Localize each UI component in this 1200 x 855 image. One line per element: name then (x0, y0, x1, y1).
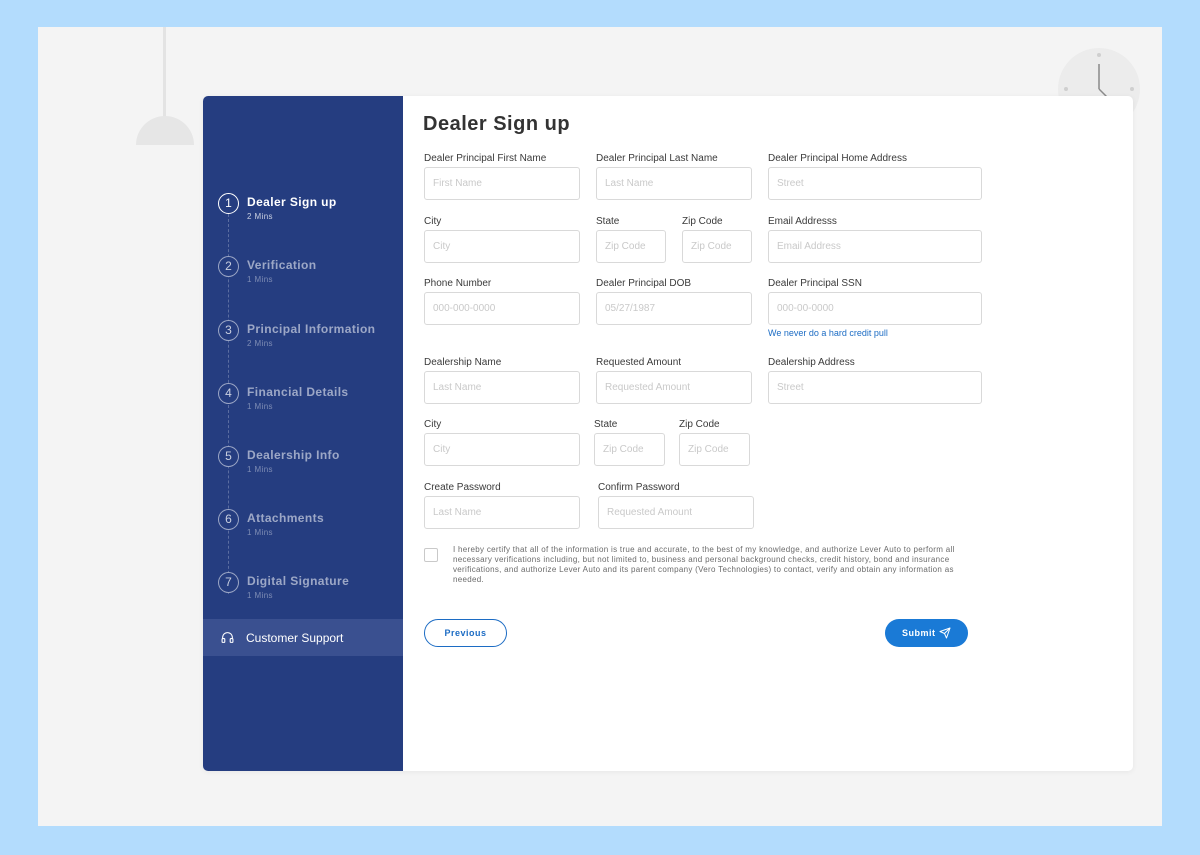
ssn-input[interactable] (768, 292, 982, 325)
create-password-label: Create Password (424, 482, 501, 493)
requested-amount-input[interactable] (596, 371, 752, 404)
dealership-zip-code-input[interactable] (679, 433, 750, 466)
dealership-city-label: City (424, 419, 442, 430)
step-duration: 1 Mins (247, 465, 273, 474)
step-title: Dealership Info (247, 448, 340, 462)
home-address-input[interactable] (768, 167, 982, 200)
step-number: 6 (218, 509, 239, 530)
step-number: 3 (218, 320, 239, 341)
step-dealership-info[interactable]: 5 Dealership Info 1 Mins (218, 446, 403, 486)
requested-amount-label: Requested Amount (596, 357, 682, 368)
form-panel: Dealer Sign up Dealer Principal First Na… (403, 96, 1133, 771)
confirm-password-input[interactable] (598, 496, 754, 529)
dealership-name-label: Dealership Name (424, 357, 502, 368)
step-title: Financial Details (247, 385, 349, 399)
zip-code-input[interactable] (682, 230, 752, 263)
phone-label: Phone Number (424, 278, 492, 289)
send-icon (939, 627, 951, 639)
step-number: 4 (218, 383, 239, 404)
state-label: State (596, 216, 620, 227)
step-duration: 1 Mins (247, 591, 273, 600)
submit-button-label: Submit (902, 628, 936, 638)
last-name-label: Dealer Principal Last Name (596, 153, 718, 164)
submit-button[interactable]: Submit (885, 619, 968, 647)
step-duration: 1 Mins (247, 275, 273, 284)
step-principal-information[interactable]: 3 Principal Information 2 Mins (218, 320, 403, 360)
step-title: Principal Information (247, 322, 376, 336)
last-name-input[interactable] (596, 167, 752, 200)
customer-support-label: Customer Support (246, 631, 344, 645)
step-number: 2 (218, 256, 239, 277)
steps-sidebar: 1 Dealer Sign up 2 Mins 2 Verification 1… (203, 96, 403, 771)
previous-button[interactable]: Previous (424, 619, 507, 647)
dealership-zip-code-label: Zip Code (679, 419, 720, 430)
create-password-input[interactable] (424, 496, 580, 529)
customer-support-link[interactable]: Customer Support (203, 619, 403, 656)
first-name-input[interactable] (424, 167, 580, 200)
lamp-cord-decoration (163, 27, 166, 117)
dealership-city-input[interactable] (424, 433, 580, 466)
ssn-label: Dealer Principal SSN (768, 278, 862, 289)
step-duration: 1 Mins (247, 402, 273, 411)
phone-input[interactable] (424, 292, 580, 325)
step-title: Attachments (247, 511, 325, 525)
city-label: City (424, 216, 442, 227)
page-title: Dealer Sign up (423, 113, 571, 135)
dealership-address-label: Dealership Address (768, 357, 855, 368)
state-input[interactable] (596, 230, 666, 263)
ssn-hint: We never do a hard credit pull (768, 328, 888, 338)
email-label: Email Addresss (768, 216, 837, 227)
headphones-icon (221, 632, 234, 643)
step-number: 5 (218, 446, 239, 467)
dealership-name-input[interactable] (424, 371, 580, 404)
dob-label: Dealer Principal DOB (596, 278, 692, 289)
dob-input[interactable] (596, 292, 752, 325)
step-number: 1 (218, 193, 239, 214)
step-dealer-sign-up[interactable]: 1 Dealer Sign up 2 Mins (218, 193, 403, 233)
step-financial-details[interactable]: 4 Financial Details 1 Mins (218, 383, 403, 423)
step-title: Dealer Sign up (247, 195, 337, 209)
certify-checkbox[interactable] (424, 548, 438, 562)
step-duration: 2 Mins (247, 339, 273, 348)
step-title: Verification (247, 258, 317, 272)
city-input[interactable] (424, 230, 580, 263)
step-duration: 1 Mins (247, 528, 273, 537)
step-attachments[interactable]: 6 Attachments 1 Mins (218, 509, 403, 549)
first-name-label: Dealer Principal First Name (424, 153, 547, 164)
step-verification[interactable]: 2 Verification 1 Mins (218, 256, 403, 296)
step-title: Digital Signature (247, 574, 350, 588)
email-input[interactable] (768, 230, 982, 263)
signup-card: 1 Dealer Sign up 2 Mins 2 Verification 1… (203, 96, 1133, 771)
dealership-state-label: State (594, 419, 618, 430)
confirm-password-label: Confirm Password (598, 482, 680, 493)
step-digital-signature[interactable]: 7 Digital Signature 1 Mins (218, 572, 403, 612)
step-number: 7 (218, 572, 239, 593)
home-address-label: Dealer Principal Home Address (768, 153, 907, 164)
dealership-state-input[interactable] (594, 433, 665, 466)
zip-code-label: Zip Code (682, 216, 723, 227)
certify-text: I hereby certify that all of the informa… (453, 545, 955, 584)
dealership-address-input[interactable] (768, 371, 982, 404)
step-duration: 2 Mins (247, 212, 273, 221)
